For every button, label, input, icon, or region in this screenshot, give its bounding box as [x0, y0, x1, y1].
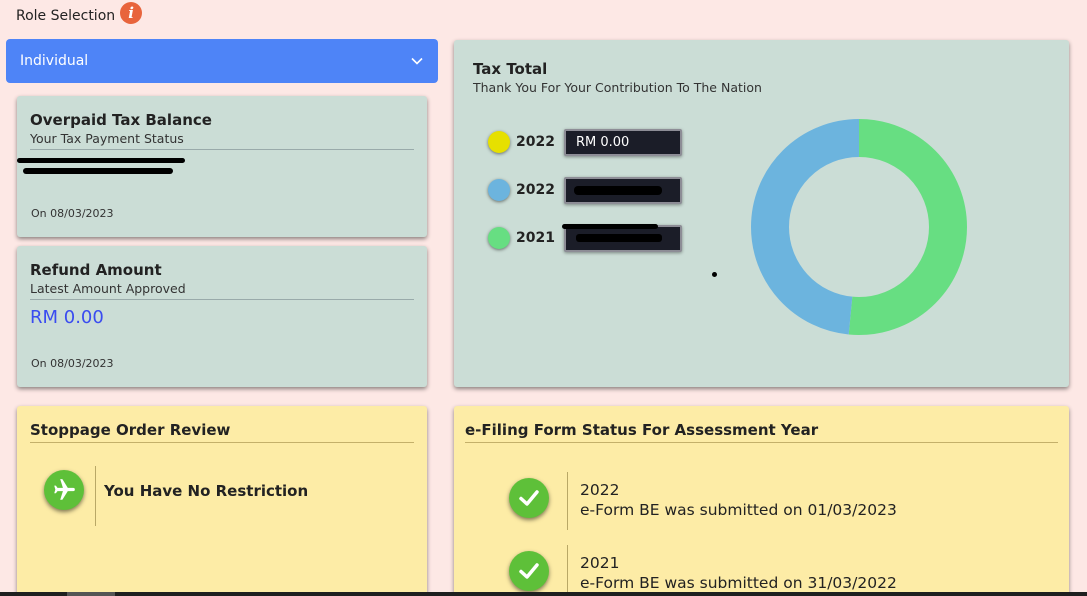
legend-item: 2022 RM 0.00 — [488, 118, 682, 166]
efiling-status: e-Form BE was submitted on 31/03/2022 — [580, 574, 897, 592]
redacted-value — [574, 185, 662, 195]
legend-year: 2022 — [516, 182, 555, 198]
tax-donut-chart — [751, 119, 967, 335]
efiling-item-text: 2021 e-Form BE was submitted on 31/03/20… — [580, 553, 897, 596]
refund-amount-value: RM 0.00 — [30, 307, 104, 328]
refund-subtitle: Latest Amount Approved — [30, 281, 186, 296]
efiling-title: e-Filing Form Status For Assessment Year — [465, 421, 819, 439]
role-selection-label: Role Selection i — [16, 2, 143, 27]
stoppage-order-card: Stoppage Order Review You Have No Restri… — [17, 406, 427, 596]
overpaid-subtitle: Your Tax Payment Status — [30, 131, 184, 146]
tax-total-card: Tax Total Thank You For Your Contributio… — [454, 40, 1069, 387]
role-selection-text: Role Selection — [16, 8, 116, 24]
legend-dot — [488, 227, 510, 249]
role-select-dropdown[interactable]: Individual — [6, 39, 438, 83]
refund-title: Refund Amount — [30, 261, 162, 279]
efiling-status-card: e-Filing Form Status For Assessment Year… — [454, 406, 1069, 596]
bottom-bar — [0, 592, 1087, 596]
refund-date: On 08/03/2023 — [31, 357, 114, 370]
legend-year: 2022 — [516, 134, 555, 150]
redacted-value-2 — [576, 233, 662, 242]
efiling-item: 2022 e-Form BE was submitted on 01/03/20… — [509, 472, 897, 530]
refund-amount-card: Refund Amount Latest Amount Approved RM … — [17, 246, 427, 387]
redacted-amount — [17, 158, 185, 163]
restriction-status: You Have No Restriction — [44, 466, 308, 526]
legend-item: 2021 — [488, 214, 682, 262]
divider — [30, 299, 414, 300]
divider — [30, 149, 414, 150]
divider — [465, 442, 1058, 443]
efiling-item: 2021 e-Form BE was submitted on 31/03/20… — [509, 545, 897, 596]
legend-item: 2022 — [488, 166, 682, 214]
legend-value — [562, 223, 682, 252]
tax-total-title: Tax Total — [473, 60, 548, 78]
overpaid-tax-card: Overpaid Tax Balance Your Tax Payment St… — [17, 96, 427, 237]
restriction-message: You Have No Restriction — [104, 482, 309, 500]
redacted-value — [562, 223, 658, 229]
legend-value — [564, 176, 682, 204]
overpaid-title: Overpaid Tax Balance — [30, 111, 212, 129]
efiling-year: 2021 — [580, 554, 620, 572]
legend-dot — [488, 131, 510, 153]
bottom-bar-segment — [67, 592, 115, 596]
legend-value: RM 0.00 — [564, 128, 682, 156]
checkmark-icon — [509, 551, 549, 591]
efiling-status: e-Form BE was submitted on 01/03/2023 — [580, 501, 897, 519]
chevron-down-icon — [411, 57, 423, 65]
redacted-amount-2 — [23, 168, 173, 174]
chart-dot — [712, 272, 717, 277]
separator — [567, 472, 568, 530]
stoppage-title: Stoppage Order Review — [30, 421, 231, 439]
overpaid-date: On 08/03/2023 — [31, 207, 114, 220]
checkmark-icon — [509, 478, 549, 518]
airplane-icon — [44, 470, 84, 510]
separator — [95, 466, 96, 526]
tax-total-subtitle: Thank You For Your Contribution To The N… — [473, 80, 762, 95]
info-icon[interactable]: i — [120, 2, 143, 24]
efiling-year: 2022 — [580, 481, 620, 499]
role-select-value: Individual — [20, 53, 89, 69]
divider — [30, 442, 414, 443]
separator — [567, 545, 568, 596]
legend-dot — [488, 179, 510, 201]
efiling-item-text: 2022 e-Form BE was submitted on 01/03/20… — [580, 480, 897, 530]
legend-year: 2021 — [516, 230, 555, 246]
tax-legend: 2022 RM 0.00 2022 2021 — [488, 118, 682, 262]
